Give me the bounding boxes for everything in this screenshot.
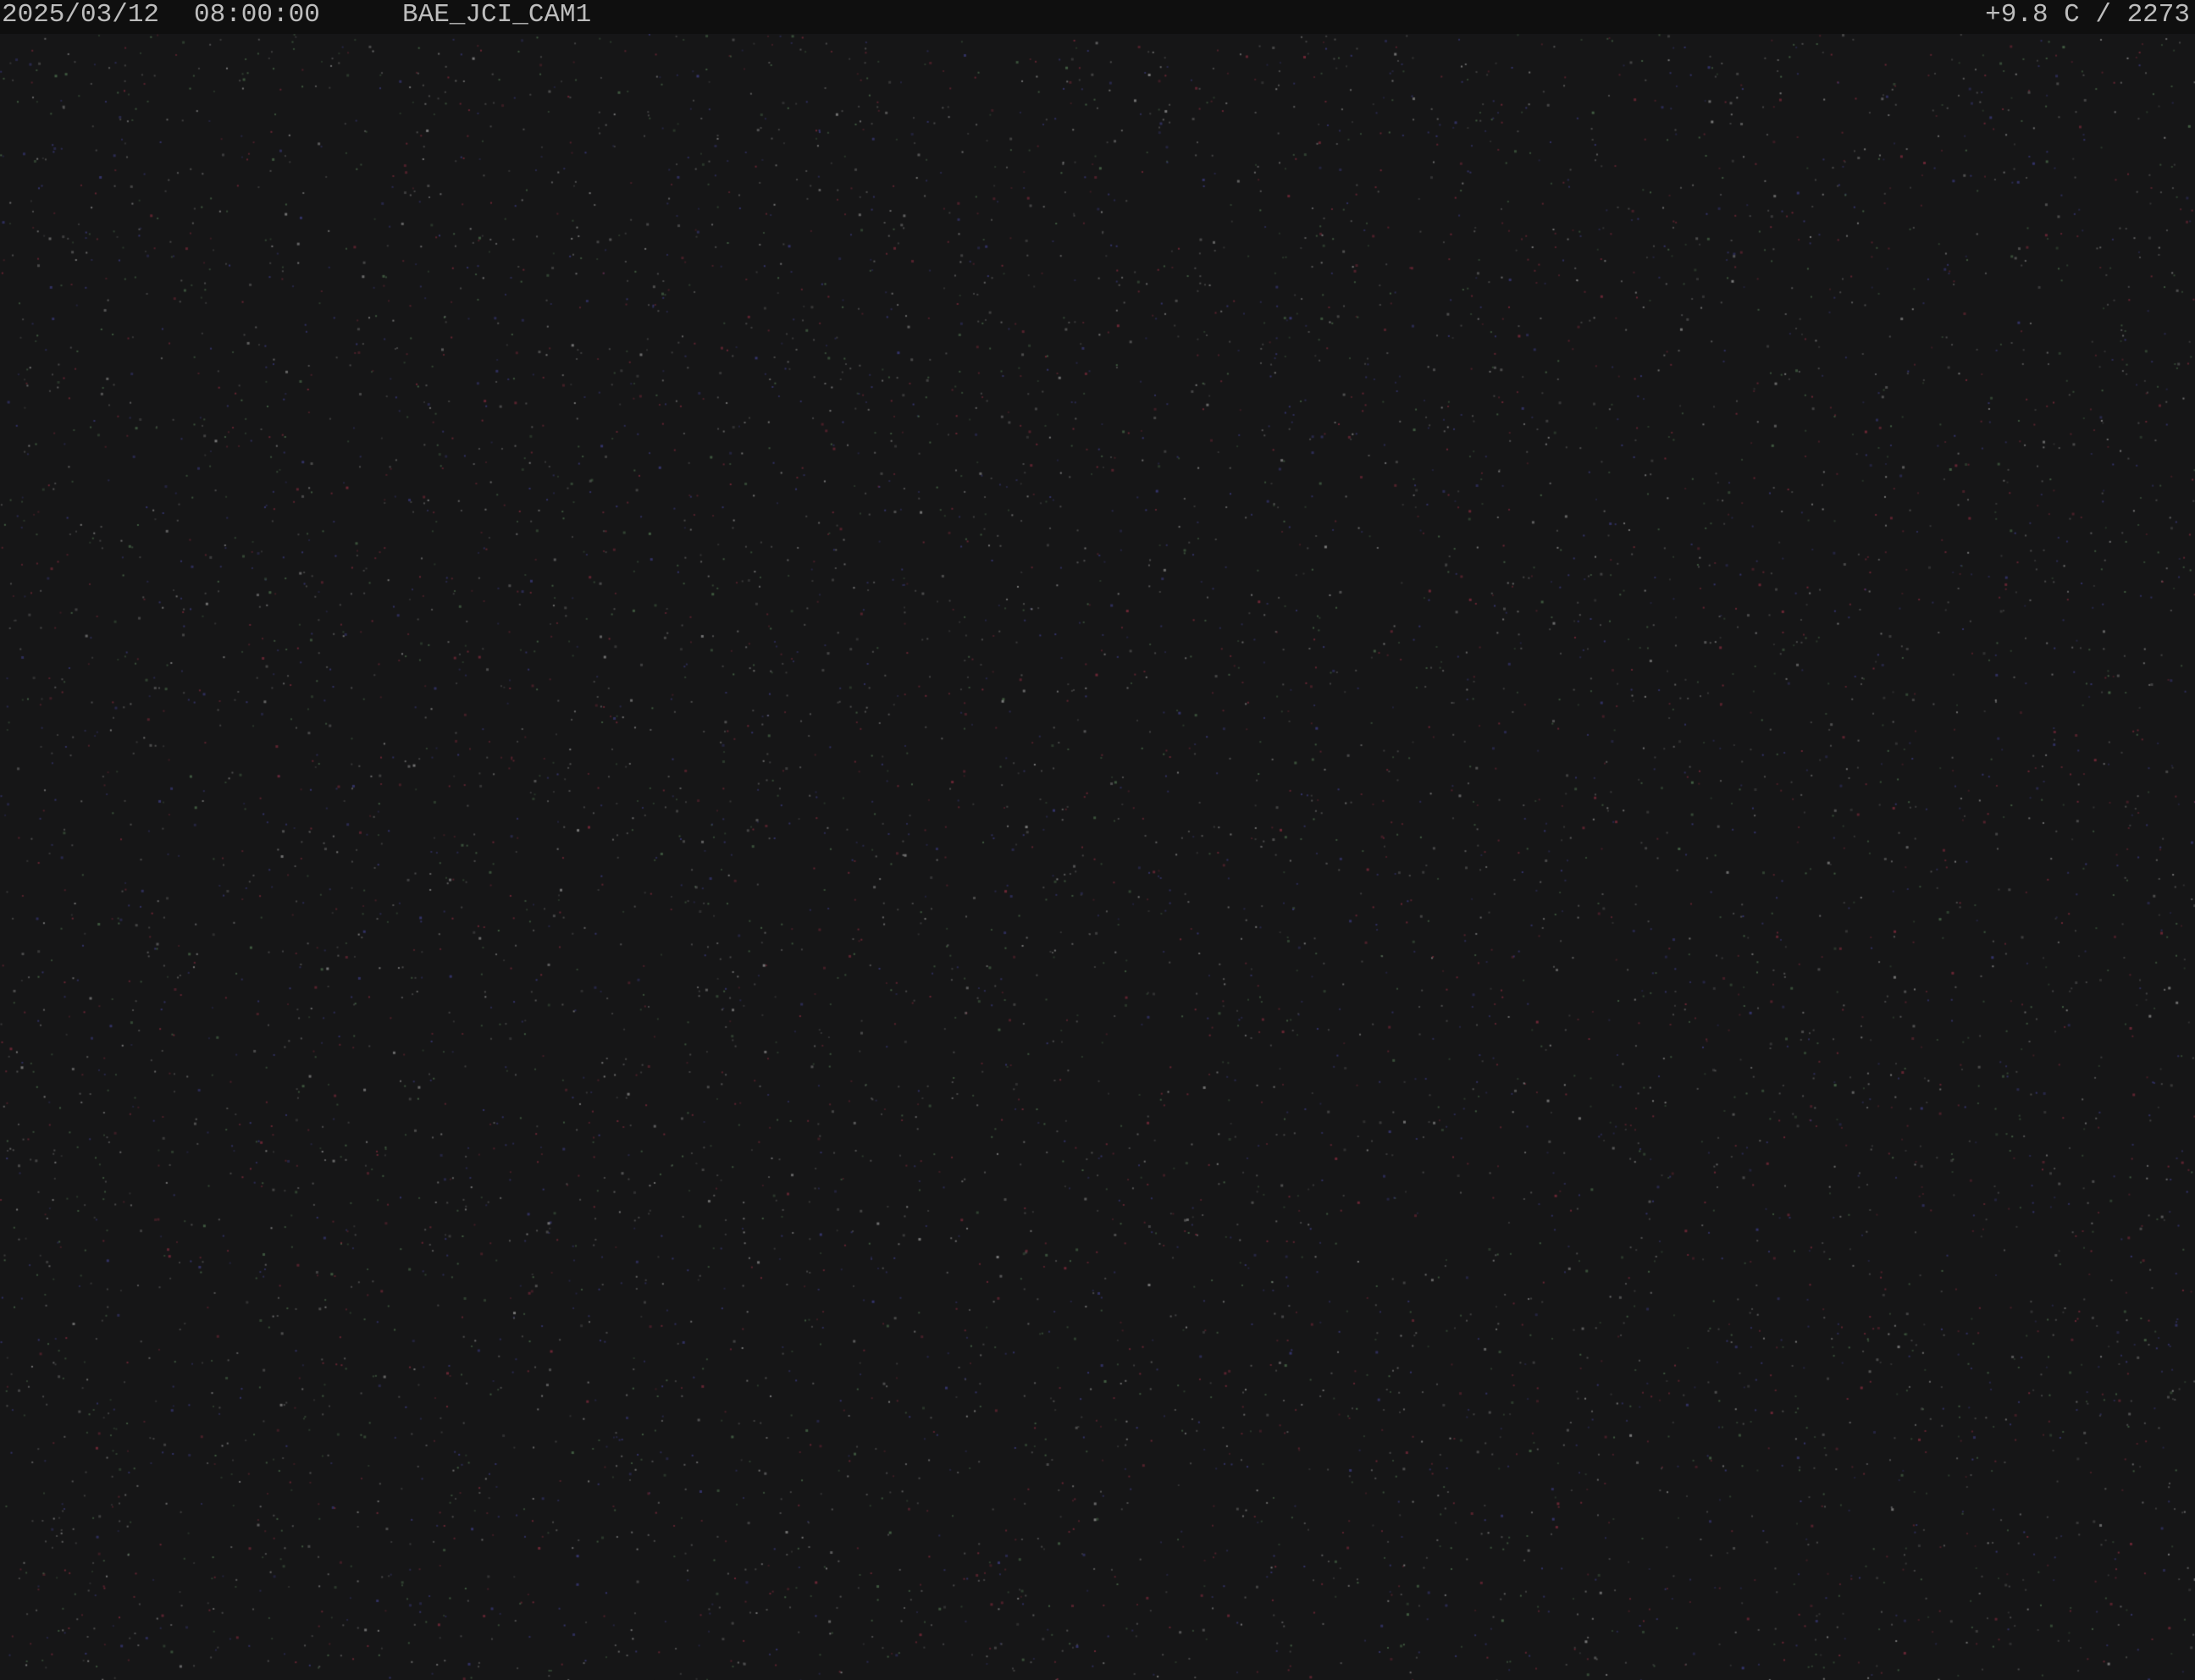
sky-image bbox=[0, 34, 2195, 1680]
camera-frame: 2025/03/12 08:00:00 BAE_JCI_CAM1 +9.8 C … bbox=[0, 0, 2195, 1680]
osd-bar: 2025/03/12 08:00:00 BAE_JCI_CAM1 +9.8 C … bbox=[0, 0, 2195, 34]
telemetry-readout: +9.8 C / 2273 bbox=[1985, 0, 2190, 30]
timestamp-date: 2025/03/12 bbox=[2, 0, 160, 30]
timestamp-time: 08:00:00 bbox=[194, 0, 320, 30]
camera-id: BAE_JCI_CAM1 bbox=[402, 0, 592, 30]
